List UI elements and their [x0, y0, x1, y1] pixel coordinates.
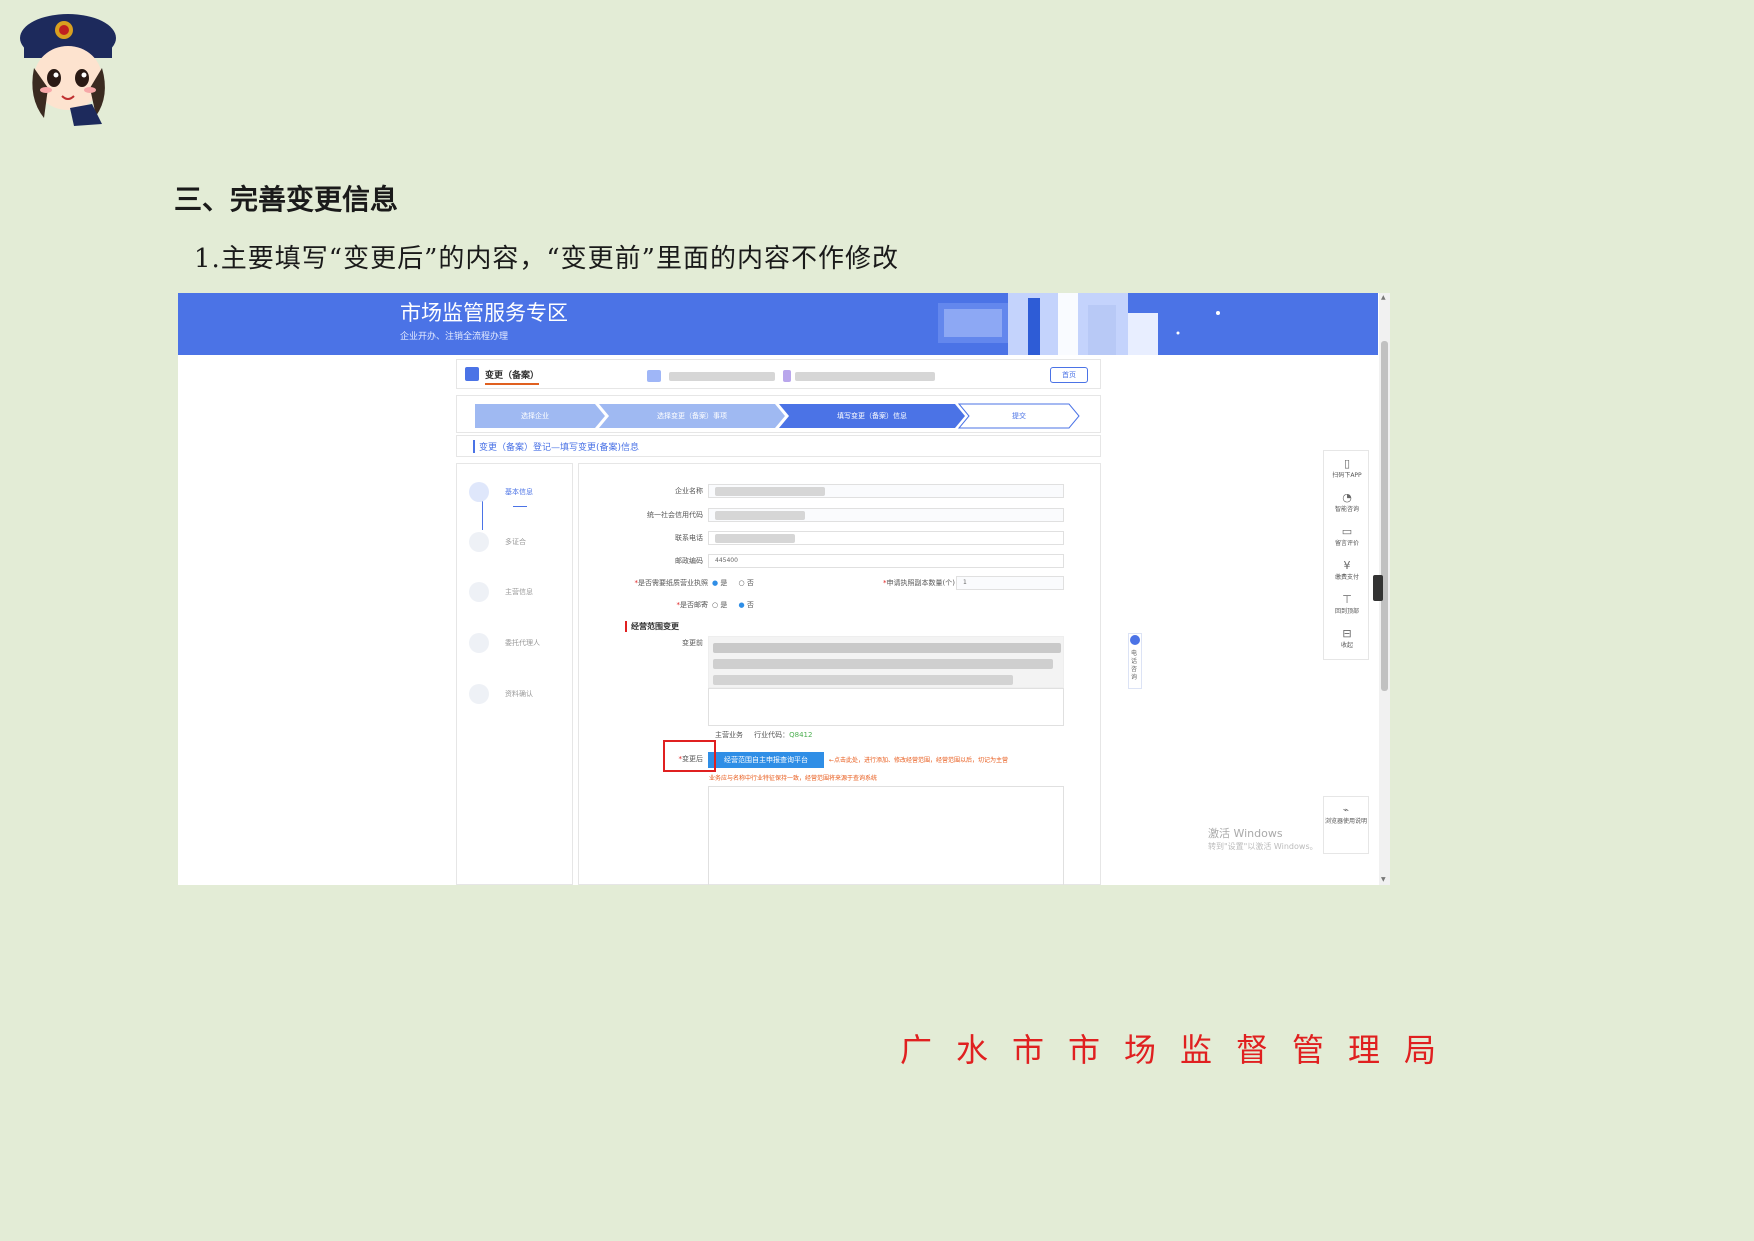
windows-watermark-sub: 转到"设置"以激活 Windows。: [1208, 842, 1318, 851]
copies-field[interactable]: 1: [956, 576, 1064, 590]
banner-title: 市场监管服务专区: [400, 301, 568, 325]
headset-icon: ◔: [1342, 491, 1352, 504]
nav-item-basic[interactable]: 基本信息: [465, 482, 573, 507]
redacted-value: [715, 511, 805, 520]
postcode-label: 邮政编码: [675, 557, 703, 565]
certificate-icon: [469, 532, 489, 552]
mailing-label: *是否邮寄: [676, 601, 709, 609]
postcode-field[interactable]: 445400: [708, 554, 1064, 568]
browser-guide-button[interactable]: ⌁ 浏览器使用说明: [1323, 796, 1369, 854]
embedded-screenshot: 市场监管服务专区 企业开办、注销全流程办理 ▲ ▼ 变更（备案） 首页 选择企业…: [178, 293, 1390, 885]
page-title: 变更（备案）: [485, 368, 540, 385]
link-icon: ⌁: [1342, 805, 1350, 816]
shield-icon: [469, 582, 489, 602]
step-3: 填写变更（备案）信息: [837, 412, 907, 420]
nav-progress-line: [482, 500, 483, 530]
phone-consult-widget[interactable]: 电话咨询: [1128, 633, 1142, 689]
mailing-radios[interactable]: ○ 是 ● 否: [712, 600, 754, 610]
section-title: 变更（备案）登记—填写变更(备案)信息: [473, 440, 639, 453]
mascot-logo: [20, 14, 116, 126]
credit-code-field[interactable]: [708, 508, 1064, 522]
city-illustration: [938, 293, 1220, 355]
phone-field[interactable]: [708, 531, 1064, 545]
document-icon: [469, 482, 489, 502]
scope-before-text: [708, 636, 1064, 688]
section-heading: 三、完善变更信息: [174, 183, 399, 216]
yen-icon: ¥: [1343, 559, 1351, 572]
paper-license-label: *是否需要纸质营业执照: [634, 579, 709, 587]
collapse-item[interactable]: ⊟ 收起: [1324, 627, 1370, 649]
collapse-icon: ⊟: [1342, 627, 1352, 640]
chat-icon: ▭: [1341, 525, 1353, 538]
step-1: 选择企业: [521, 412, 549, 420]
active-underline: [513, 506, 527, 507]
scope-before-label: 变更前: [682, 639, 703, 647]
credit-code-label: 统一社会信用代码: [647, 511, 703, 519]
change-form: 企业名称 统一社会信用代码 联系电话 邮政编码 445400 *是否需要纸质营业…: [578, 463, 1101, 885]
radio-selected-icon[interactable]: ●: [738, 601, 744, 609]
handshake-icon: [469, 633, 489, 653]
code-icon: [783, 370, 791, 382]
redacted-value: [715, 487, 825, 496]
smart-consult-item[interactable]: ◔ 智能咨询: [1324, 491, 1370, 513]
phone-label: 联系电话: [675, 534, 703, 542]
hint-note-2: 业务应与名称中行业特征保持一致，经营范围将来源于查询系统: [709, 775, 878, 782]
highlight-box: [663, 740, 716, 772]
hint-note-1: ←点击此处，进行添加、修改经营范围，经营范围以后，切记为主营: [829, 757, 1009, 764]
redacted-credit-code: [795, 372, 935, 381]
file-icon: [469, 684, 489, 704]
phone-icon: [1130, 635, 1140, 645]
scope-after-textarea[interactable]: [708, 786, 1064, 885]
instruction-text: 1.主要填写“变更后”的内容，“变更前”里面的内容不作修改: [194, 244, 899, 274]
scroll-down-icon[interactable]: ▼: [1381, 876, 1386, 883]
extension-tab[interactable]: [1373, 575, 1383, 601]
windows-watermark: 激活 Windows: [1208, 827, 1283, 840]
back-to-top-item[interactable]: ⊤ 回到顶部: [1324, 593, 1370, 615]
top-bar: 变更（备案） 首页: [456, 359, 1101, 389]
side-nav: 基本信息 多证合 主营信息 委托代理人 资料确认: [456, 463, 573, 885]
copies-label: *申请执照副本数量(个): [883, 579, 955, 587]
service-banner: 市场监管服务专区 企业开办、注销全流程办理: [178, 293, 1378, 355]
banner-subtitle: 企业开办、注销全流程办理: [400, 332, 509, 342]
nav-item-main-info[interactable]: 主营信息: [465, 582, 573, 602]
building-icon: [465, 367, 479, 381]
nav-item-agent[interactable]: 委托代理人: [465, 633, 573, 653]
redacted-value: [715, 534, 795, 543]
home-button[interactable]: 首页: [1050, 367, 1088, 383]
floating-panel: ▯ 扫码下APP ◔ 智能咨询 ▭ 留言评价 ¥ 缴费支付 ⊤ 回到顶部 ⊟ 收起: [1323, 450, 1369, 660]
footer-org-name: 广水市市场监督管理局: [900, 1031, 1461, 1069]
section-title-bar: 变更（备案）登记—填写变更(备案)信息: [456, 435, 1101, 457]
radio-selected-icon[interactable]: ●: [712, 579, 718, 587]
nav-item-multi-cert[interactable]: 多证合: [465, 532, 573, 552]
radio-empty-icon[interactable]: ○: [738, 579, 744, 587]
scroll-up-icon[interactable]: ▲: [1381, 294, 1386, 301]
phone-icon: ▯: [1343, 457, 1351, 470]
main-business-line: 主营业务 行业代码：Q8412: [715, 731, 813, 739]
feedback-item[interactable]: ▭ 留言评价: [1324, 525, 1370, 547]
radio-empty-icon[interactable]: ○: [712, 601, 718, 609]
company-icon: [647, 370, 661, 382]
payment-item[interactable]: ¥ 缴费支付: [1324, 559, 1370, 581]
scroll-thumb[interactable]: [1381, 341, 1388, 691]
arrow-up-icon: ⊤: [1342, 593, 1352, 606]
redacted-company-name: [669, 372, 775, 381]
company-name-field[interactable]: [708, 484, 1064, 498]
scope-section-title: 经营范围变更: [625, 621, 679, 632]
paper-license-radios[interactable]: ● 是 ○ 否: [712, 578, 754, 588]
step-2: 选择变更（备案）事项: [657, 412, 727, 420]
nav-item-confirm[interactable]: 资料确认: [465, 684, 573, 704]
progress-steps: 选择企业 选择变更（备案）事项 填写变更（备案）信息 提交: [456, 395, 1101, 433]
app-download-item[interactable]: ▯ 扫码下APP: [1324, 457, 1370, 479]
scope-query-button[interactable]: 经营范围自主申报查询平台: [708, 752, 824, 768]
step-4: 提交: [1012, 412, 1026, 420]
company-name-label: 企业名称: [675, 487, 703, 495]
scope-before-extra: [708, 688, 1064, 726]
